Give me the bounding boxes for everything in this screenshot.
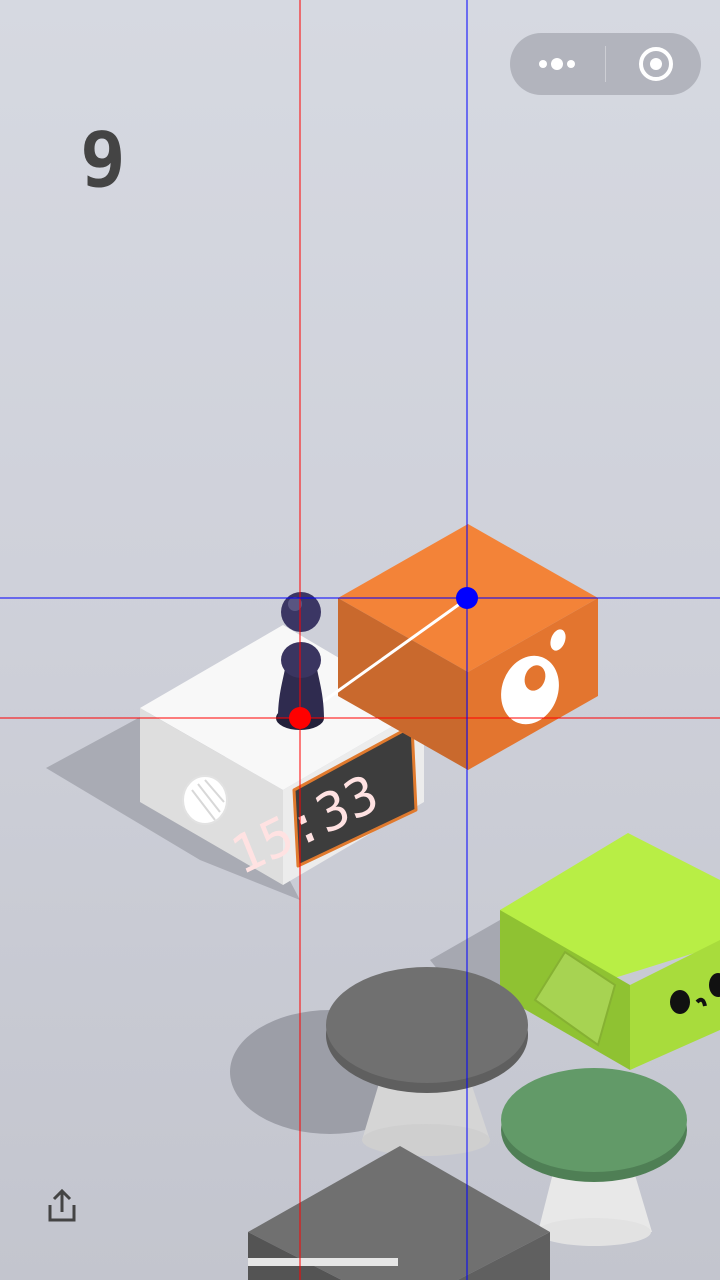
player-marker bbox=[289, 707, 311, 729]
yarn-ball-icon bbox=[182, 775, 228, 825]
more-dots-icon bbox=[539, 58, 575, 70]
more-button[interactable] bbox=[510, 33, 605, 95]
share-button[interactable] bbox=[40, 1185, 84, 1229]
score-counter: 9 bbox=[80, 115, 126, 204]
close-button[interactable] bbox=[606, 33, 701, 95]
share-icon bbox=[48, 1188, 76, 1222]
lime-box bbox=[500, 833, 720, 1070]
green-stool bbox=[501, 1068, 687, 1246]
target-marker bbox=[456, 587, 478, 609]
target-circle-icon bbox=[639, 47, 673, 81]
mini-program-capsule bbox=[510, 33, 701, 95]
dark-box bbox=[248, 1146, 550, 1280]
